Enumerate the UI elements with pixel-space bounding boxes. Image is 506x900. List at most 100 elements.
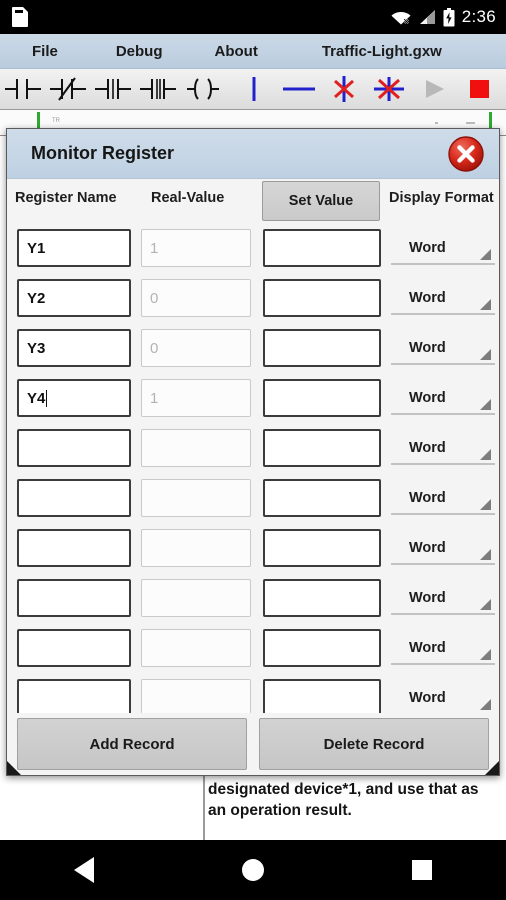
display-format-label: Word xyxy=(409,640,446,656)
display-format-spinner[interactable]: Word xyxy=(391,383,495,415)
real-value-field: 1 xyxy=(141,379,251,417)
home-icon[interactable] xyxy=(242,859,264,881)
real-value-text: 1 xyxy=(150,239,159,257)
screen: 2:36 File Debug About Traffic-Light.gxw xyxy=(0,0,506,900)
chevron-down-icon xyxy=(480,349,491,360)
chevron-down-icon xyxy=(480,499,491,510)
rung-label: TR xyxy=(52,118,60,124)
register-name-input[interactable] xyxy=(17,529,131,567)
set-value-input[interactable] xyxy=(263,279,381,317)
table-row: Word xyxy=(7,473,499,523)
menu-debug[interactable]: Debug xyxy=(110,43,169,60)
run-icon[interactable] xyxy=(411,69,456,110)
register-name-input[interactable]: Y4 xyxy=(17,379,131,417)
register-name-input[interactable] xyxy=(17,579,131,617)
stop-icon[interactable] xyxy=(456,69,501,110)
android-status-bar: 2:36 xyxy=(0,0,506,34)
register-name-input[interactable] xyxy=(17,429,131,467)
contact-rising-icon[interactable] xyxy=(90,69,135,110)
close-icon[interactable] xyxy=(447,135,485,173)
real-value-field xyxy=(141,479,251,517)
table-row: Y3 0 Word xyxy=(7,323,499,373)
status-bar-left xyxy=(12,7,28,27)
status-bar-right: 2:36 xyxy=(391,7,496,27)
add-record-button[interactable]: Add Record xyxy=(17,718,247,770)
real-value-text: 1 xyxy=(150,389,159,407)
display-format-spinner[interactable]: Word xyxy=(391,483,495,515)
chevron-down-icon xyxy=(480,249,491,260)
real-value-field xyxy=(141,629,251,667)
document-title: Traffic-Light.gxw xyxy=(321,42,442,60)
display-format-spinner[interactable]: Word xyxy=(391,433,495,465)
chevron-down-icon xyxy=(480,449,491,460)
android-nav-bar xyxy=(0,840,506,900)
set-value-input[interactable] xyxy=(263,579,381,617)
register-name-input[interactable] xyxy=(17,679,131,713)
coil-icon[interactable] xyxy=(180,69,225,110)
set-value-input[interactable] xyxy=(263,229,381,267)
column-header-register-name: Register Name xyxy=(15,190,117,206)
table-row: Y2 0 Word xyxy=(7,273,499,323)
set-value-input[interactable] xyxy=(263,379,381,417)
set-value-input[interactable] xyxy=(263,429,381,467)
set-value-input[interactable] xyxy=(263,679,381,713)
chevron-down-icon xyxy=(480,649,491,660)
set-value-input[interactable] xyxy=(263,529,381,567)
delete-record-button[interactable]: Delete Record xyxy=(259,718,489,770)
recents-icon[interactable] xyxy=(412,860,432,880)
display-format-label: Word xyxy=(409,340,446,356)
delete-vertical-icon[interactable] xyxy=(321,69,366,110)
real-value-text: 0 xyxy=(150,339,159,357)
chevron-down-icon xyxy=(480,399,491,410)
dialog-title: Monitor Register xyxy=(31,143,175,163)
delete-line-icon[interactable] xyxy=(366,69,411,110)
register-rows-list: Y1 1 Word Y2 0 Word Y3 0 Word Y4 1 Word … xyxy=(7,223,499,713)
menu-about[interactable]: About xyxy=(209,43,264,60)
register-name-input[interactable] xyxy=(17,479,131,517)
ladder-toolbar xyxy=(0,69,506,110)
display-format-spinner[interactable]: Word xyxy=(391,633,495,665)
resize-handle-bottom-right[interactable] xyxy=(485,761,499,775)
chevron-down-icon xyxy=(480,299,491,310)
register-name-input[interactable]: Y3 xyxy=(17,329,131,367)
set-value-button[interactable]: Set Value xyxy=(262,181,380,221)
display-format-spinner[interactable]: Word xyxy=(391,583,495,615)
column-header-display-format: Display Format xyxy=(389,190,494,206)
table-row: Word xyxy=(7,673,499,713)
column-header-real-value: Real-Value xyxy=(151,190,225,206)
resize-handle-bottom-left[interactable] xyxy=(7,761,21,775)
real-value-field: 1 xyxy=(141,229,251,267)
register-name-input[interactable]: Y2 xyxy=(17,279,131,317)
table-row: Y4 1 Word xyxy=(7,373,499,423)
display-format-label: Word xyxy=(409,690,446,706)
real-value-field xyxy=(141,679,251,713)
register-name-value: Y4 xyxy=(27,389,46,407)
real-value-field: 0 xyxy=(141,279,251,317)
display-format-label: Word xyxy=(409,390,446,406)
display-format-label: Word xyxy=(409,240,446,256)
set-value-input[interactable] xyxy=(263,629,381,667)
contact-falling-icon[interactable] xyxy=(135,69,180,110)
column-header-row: Register Name Real-Value Set Value Displ… xyxy=(7,179,499,223)
display-format-spinner[interactable]: Word xyxy=(391,233,495,265)
real-value-field xyxy=(141,529,251,567)
display-format-spinner[interactable]: Word xyxy=(391,333,495,365)
vertical-line-icon[interactable] xyxy=(231,69,276,110)
contact-nc-icon[interactable] xyxy=(45,69,90,110)
register-name-input[interactable]: Y1 xyxy=(17,229,131,267)
display-format-label: Word xyxy=(409,290,446,306)
display-format-label: Word xyxy=(409,590,446,606)
real-value-field xyxy=(141,429,251,467)
set-value-input[interactable] xyxy=(263,479,381,517)
set-value-input[interactable] xyxy=(263,329,381,367)
register-name-input[interactable] xyxy=(17,629,131,667)
contact-no-icon[interactable] xyxy=(0,69,45,110)
display-format-spinner[interactable]: Word xyxy=(391,683,495,713)
dialog-title-bar: Monitor Register xyxy=(7,129,499,179)
horizontal-line-icon[interactable] xyxy=(276,69,321,110)
display-format-spinner[interactable]: Word xyxy=(391,283,495,315)
back-icon[interactable] xyxy=(74,857,94,883)
display-format-spinner[interactable]: Word xyxy=(391,533,495,565)
real-value-field: 0 xyxy=(141,329,251,367)
menu-file[interactable]: File xyxy=(26,43,64,60)
